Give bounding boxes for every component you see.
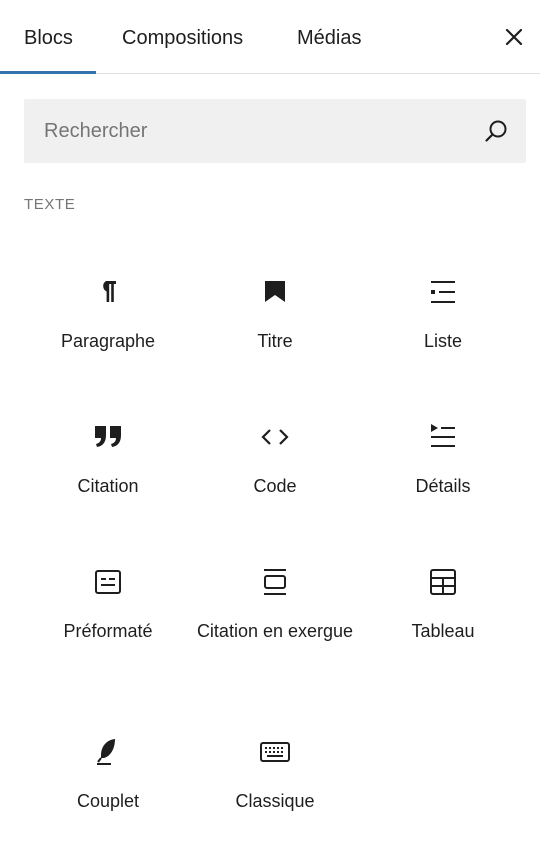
active-tab-indicator: [0, 71, 96, 74]
block-list[interactable]: Liste: [368, 276, 518, 396]
tab-blocs[interactable]: Blocs: [24, 0, 73, 74]
block-verse[interactable]: Couplet: [33, 736, 183, 856]
preformatted-icon: [95, 570, 121, 594]
search-icon[interactable]: [482, 118, 510, 146]
tab-medias[interactable]: Médias: [297, 0, 361, 74]
details-icon: [431, 424, 455, 447]
inserter-tabs: Blocs Compositions Médias: [0, 0, 540, 74]
pullquote-icon: [264, 569, 286, 595]
block-paragraph[interactable]: Paragraphe: [33, 276, 183, 396]
paragraph-icon: [103, 281, 116, 302]
block-pullquote[interactable]: Citation en exergue: [197, 566, 353, 686]
close-button[interactable]: [500, 23, 528, 51]
block-quote[interactable]: Citation: [33, 421, 183, 541]
block-classic[interactable]: Classique: [200, 736, 350, 856]
block-table[interactable]: Tableau: [368, 566, 518, 686]
tab-compositions[interactable]: Compositions: [122, 0, 243, 74]
search-box: [24, 99, 526, 163]
block-code[interactable]: Code: [200, 421, 350, 541]
block-details[interactable]: Détails: [368, 421, 518, 541]
list-icon: [431, 281, 455, 303]
bookmark-icon: [265, 281, 285, 302]
table-icon: [430, 569, 456, 595]
search-input[interactable]: [24, 99, 464, 163]
keyboard-icon: [260, 742, 290, 762]
feather-icon: [97, 739, 115, 765]
block-heading[interactable]: Titre: [200, 276, 350, 396]
block-preformatted[interactable]: Préformaté: [33, 566, 183, 686]
close-icon: [505, 28, 523, 46]
section-title-texte: TEXTE: [24, 196, 76, 213]
quote-icon: [95, 426, 121, 447]
code-icon: [261, 429, 289, 445]
